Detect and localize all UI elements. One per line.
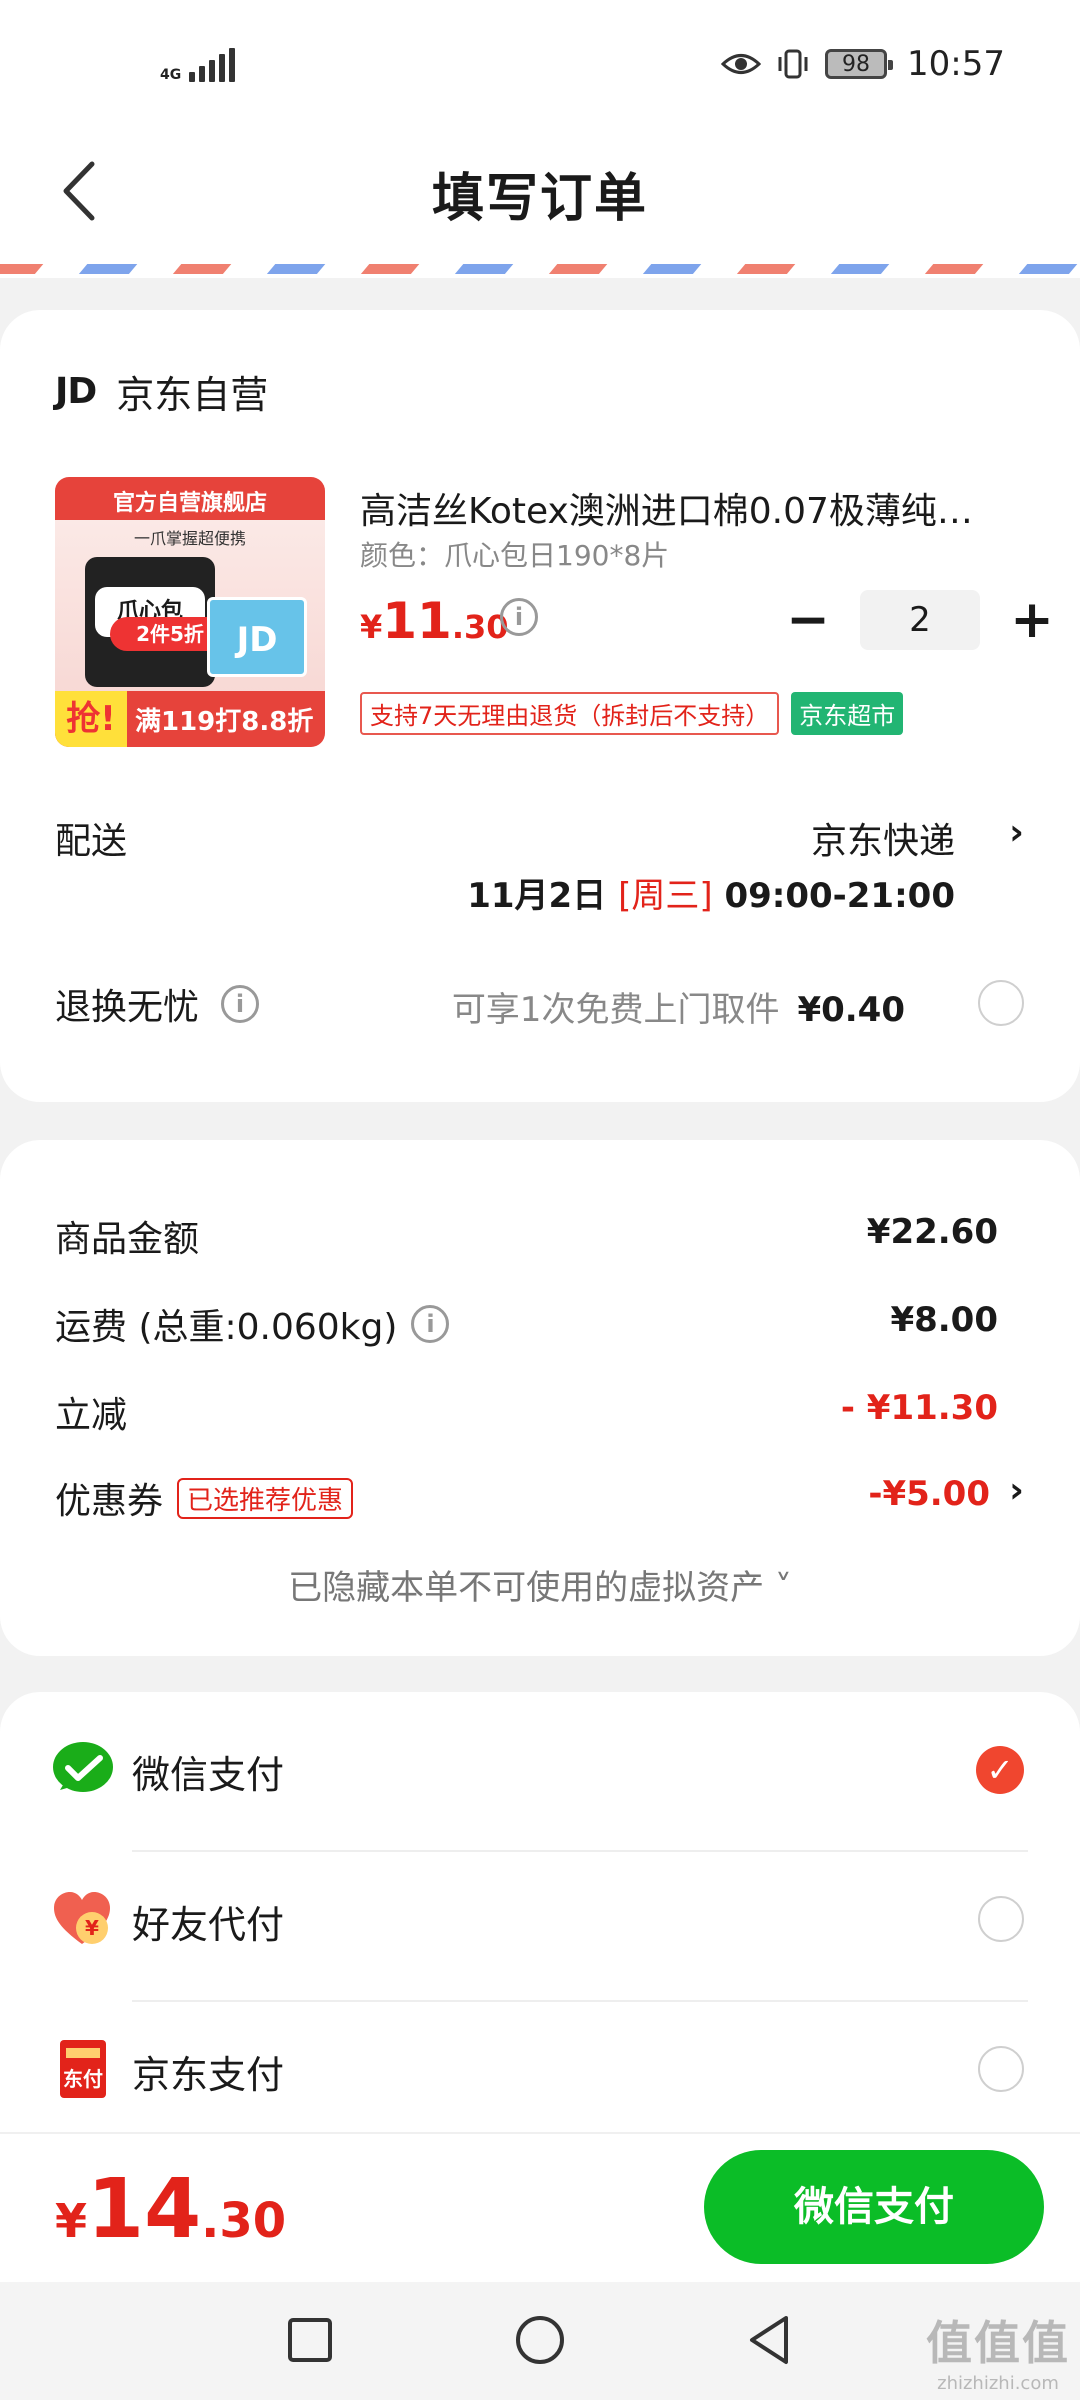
network-type: 4G bbox=[160, 67, 182, 83]
shop-header[interactable]: JD 京东自营 bbox=[55, 364, 268, 419]
product-name[interactable]: 高洁丝Kotex澳洲进口棉0.07极薄纯… bbox=[360, 482, 1010, 534]
battery-level: 98 bbox=[842, 51, 871, 77]
discount-label: 立减 bbox=[55, 1395, 128, 1436]
checkout-bar: ¥14.30 微信支付 bbox=[0, 2132, 1080, 2282]
payment-label: 好友代付 bbox=[132, 1903, 285, 1947]
return-policy-tag: 支持7天无理由退货（拆封后不支持） bbox=[360, 692, 780, 735]
payment-option-jd[interactable]: 东付 京东支付 bbox=[0, 1992, 1080, 2142]
coupon-label: 优惠券 bbox=[55, 1481, 164, 1522]
discount-value: - ¥11.30 bbox=[840, 1388, 998, 1428]
increase-button[interactable]: + bbox=[1004, 592, 1060, 648]
delivery-date: 11月2日 bbox=[467, 876, 607, 916]
decrease-button[interactable]: − bbox=[780, 592, 836, 648]
delivery-label: 配送 bbox=[55, 821, 128, 862]
payment-radio[interactable] bbox=[978, 2046, 1024, 2092]
grab-label: 抢! bbox=[55, 691, 127, 747]
quantity-stepper: − 2 + bbox=[780, 590, 1060, 650]
shipping-row: 运费 (总重:0.060kg) i bbox=[55, 1298, 450, 1350]
coupon-value[interactable]: -¥5.00 bbox=[868, 1474, 990, 1514]
product-price: ¥11.30 bbox=[360, 592, 509, 650]
wechat-pay-icon bbox=[53, 1742, 113, 1792]
return-service-desc: 可享1次免费上门取件 ¥0.40 bbox=[452, 982, 905, 1031]
address-stripe-decoration bbox=[0, 256, 1080, 278]
promo-text: 满119打8.8折 bbox=[135, 706, 314, 737]
return-service-row: 退换无忧 i bbox=[55, 978, 260, 1030]
payment-option-friend[interactable]: ¥ 好友代付 bbox=[0, 1842, 1080, 1992]
chevron-right-icon[interactable]: › bbox=[1009, 812, 1024, 853]
vibrate-icon bbox=[778, 49, 808, 79]
coupon-chevron-icon[interactable]: › bbox=[1009, 1470, 1024, 1511]
status-bar: 4G 98 10:57 bbox=[0, 0, 1080, 130]
system-nav-bar: 值值值 zhizhizhi.com bbox=[0, 2282, 1080, 2400]
svg-text:¥: ¥ bbox=[85, 1916, 99, 1940]
delivery-weekday: [周三] bbox=[618, 876, 713, 916]
product-image-subtitle: 一爪掌握超便携 bbox=[133, 529, 246, 548]
delivery-carrier[interactable]: 京东快递 bbox=[811, 812, 955, 864]
delivery-time[interactable]: 11月2日 [周三] 09:00-21:00 bbox=[467, 868, 955, 917]
price-integer: 11 bbox=[382, 592, 452, 650]
total-price: ¥14.30 bbox=[55, 2162, 286, 2257]
return-service-radio[interactable] bbox=[978, 980, 1024, 1026]
coupon-tag: 已选推荐优惠 bbox=[177, 1477, 354, 1519]
payment-option-wechat[interactable]: 微信支付 ✓ bbox=[0, 1692, 1080, 1842]
jd-logo: JD bbox=[55, 371, 97, 412]
eye-comfort-icon bbox=[721, 54, 762, 74]
payment-radio-checked[interactable]: ✓ bbox=[976, 1746, 1024, 1794]
shipping-value: ¥8.00 bbox=[890, 1300, 998, 1340]
return-service-price: ¥0.40 bbox=[797, 990, 905, 1030]
shop-name: 京东自营 bbox=[116, 373, 269, 417]
return-service-text: 可享1次免费上门取件 bbox=[451, 990, 780, 1030]
shipping-label: 运费 (总重:0.060kg) bbox=[55, 1307, 398, 1348]
payment-label: 微信支付 bbox=[132, 1753, 285, 1797]
signal-icon: 4G bbox=[160, 48, 236, 83]
clock: 10:57 bbox=[907, 44, 1005, 84]
price-currency: ¥ bbox=[360, 608, 383, 646]
quantity-input[interactable]: 2 bbox=[860, 590, 980, 650]
watermark: 值值值 zhizhizhi.com bbox=[926, 2307, 1070, 2394]
friend-pay-icon: ¥ bbox=[54, 1892, 110, 1944]
watermark-logo: 值值值 bbox=[926, 2316, 1070, 2370]
goods-amount-label: 商品金额 bbox=[55, 1219, 200, 1260]
product-image[interactable]: 官方自营旗舰店 一爪掌握超便携 爪心包 2件5折 JD 抢! 满119打8.8折 bbox=[55, 477, 325, 747]
total-decimal: .30 bbox=[201, 2193, 287, 2249]
order-item-card: JD 京东自营 官方自营旗舰店 一爪掌握超便携 爪心包 2件5折 JD 抢! 满… bbox=[0, 310, 1080, 1102]
gift-card: JD bbox=[207, 597, 307, 677]
return-info-icon[interactable]: i bbox=[221, 985, 260, 1023]
shipping-info-icon[interactable]: i bbox=[411, 1305, 450, 1343]
product-image-banner: 官方自营旗舰店 bbox=[112, 491, 267, 516]
home-icon[interactable] bbox=[510, 2310, 570, 2370]
recent-apps-icon[interactable] bbox=[280, 2310, 340, 2370]
payment-label: 京东支付 bbox=[132, 2053, 285, 2097]
store-tag: 京东超市 bbox=[791, 692, 904, 735]
price-info-icon[interactable]: i bbox=[500, 598, 538, 636]
payment-methods-card: 微信支付 ✓ ¥ 好友代付 东付 京东支付 bbox=[0, 1692, 1080, 2132]
total-currency: ¥ bbox=[55, 2194, 88, 2248]
return-service-label: 退换无忧 bbox=[55, 987, 200, 1028]
total-integer: 14 bbox=[87, 2162, 202, 2257]
battery-icon: 98 bbox=[825, 49, 894, 79]
product-spec: 颜色：爪心包日190*8片 bbox=[360, 539, 670, 572]
jd-pay-icon: 东付 bbox=[60, 2040, 106, 2098]
price-summary-card: 商品金额 ¥22.60 运费 (总重:0.060kg) i ¥8.00 立减 -… bbox=[0, 1140, 1080, 1656]
payment-radio[interactable] bbox=[978, 1896, 1024, 1942]
watermark-url: zhizhizhi.com bbox=[937, 2373, 1059, 2394]
goods-amount-value: ¥22.60 bbox=[866, 1212, 998, 1252]
page-title: 填写订单 bbox=[431, 169, 648, 229]
header: 填写订单 bbox=[0, 130, 1080, 256]
back-icon[interactable] bbox=[740, 2310, 800, 2370]
coupon-row[interactable]: 优惠券 已选推荐优惠 bbox=[55, 1472, 354, 1524]
svg-text:东付: 东付 bbox=[63, 2067, 103, 2091]
product-tags: 支持7天无理由退货（拆封后不支持） 京东超市 bbox=[360, 692, 904, 735]
hidden-assets-toggle[interactable]: 已隐藏本单不可使用的虚拟资产 ˅ bbox=[0, 1560, 1080, 1609]
delivery-window: 09:00-21:00 bbox=[724, 876, 955, 916]
promo-strip: 抢! 满119打8.8折 bbox=[55, 691, 325, 747]
pay-button[interactable]: 微信支付 bbox=[704, 2150, 1044, 2264]
